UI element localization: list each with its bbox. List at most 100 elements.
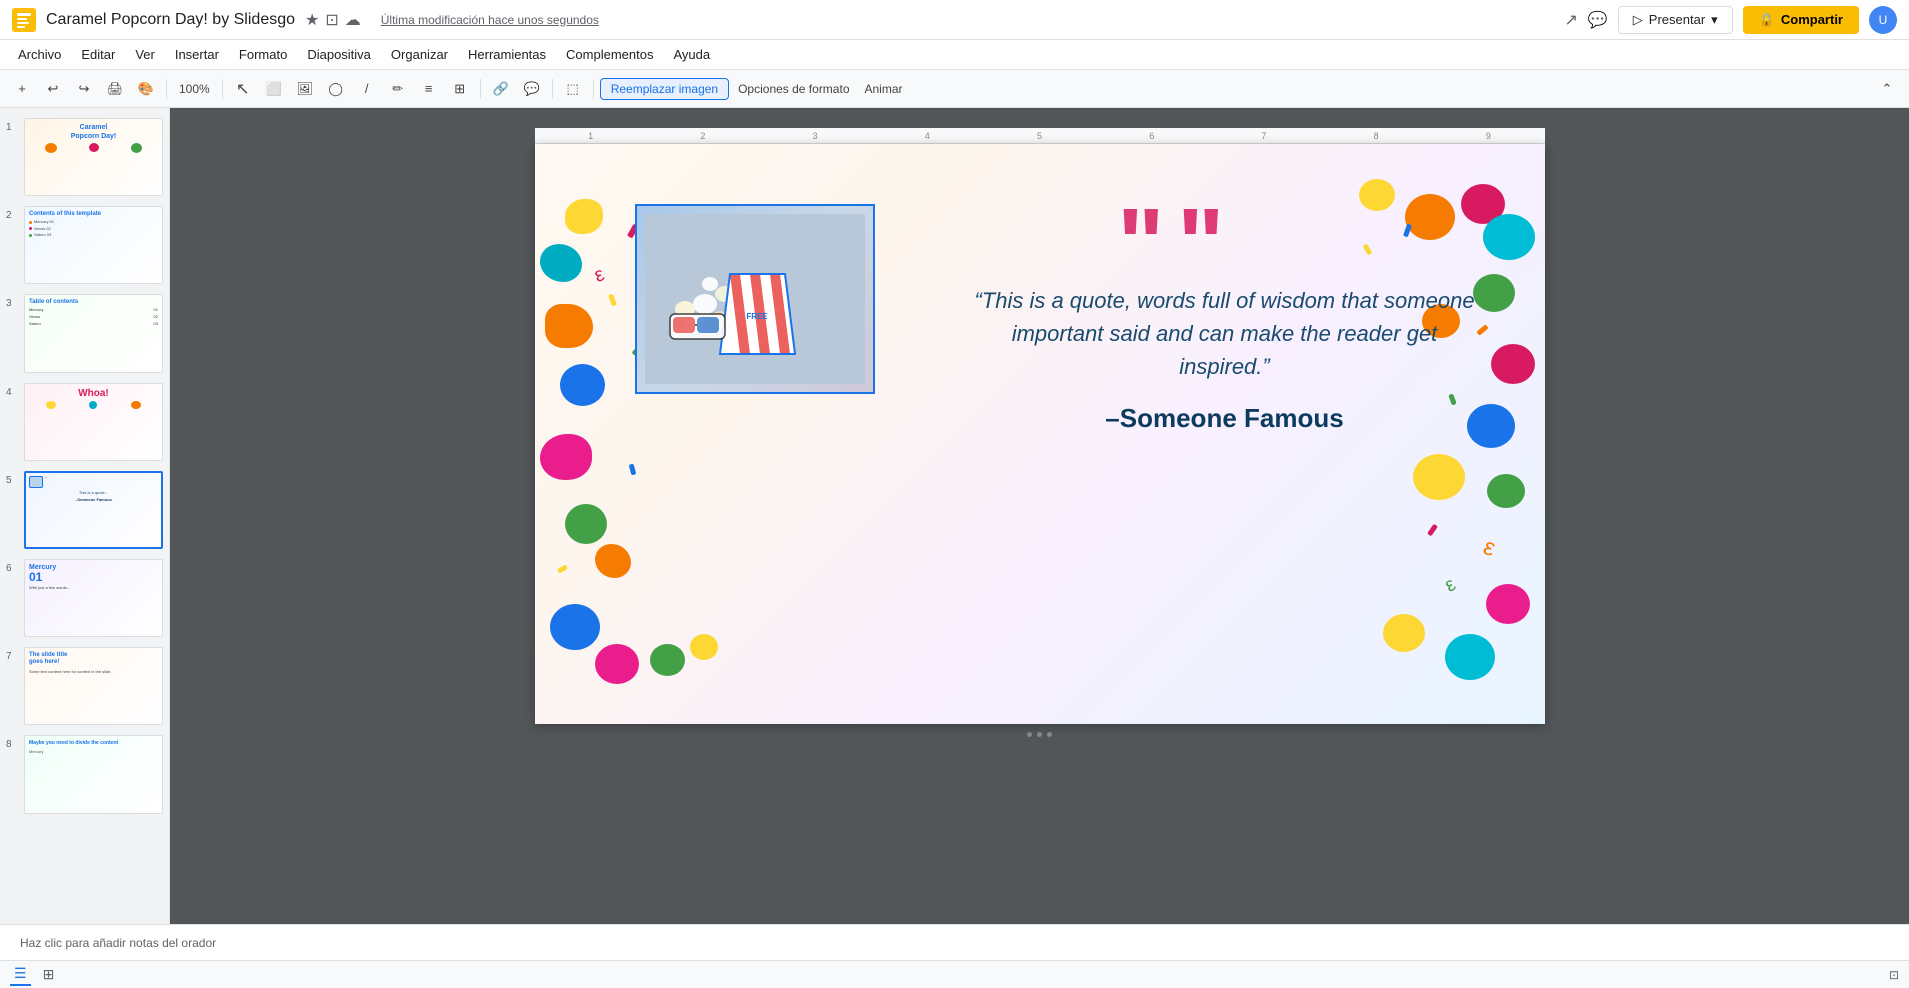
collapse-toolbar-button[interactable]: ⌃: [1873, 75, 1901, 103]
blob-crimson-right-2: [1491, 344, 1535, 384]
squiggle-green-right: ε: [1440, 573, 1459, 597]
blob-green-2: [650, 644, 685, 676]
align-button[interactable]: ≡: [415, 75, 443, 103]
table-button[interactable]: ⊞: [446, 75, 474, 103]
replace-image-button[interactable]: Reemplazar imagen: [600, 78, 729, 100]
menu-ver[interactable]: Ver: [127, 44, 163, 65]
menu-organizar[interactable]: Organizar: [383, 44, 456, 65]
add-button[interactable]: +: [8, 75, 36, 103]
slide-thumb-2[interactable]: 2 Contents of this template Mercury 01 V…: [4, 204, 165, 286]
avatar[interactable]: U: [1869, 6, 1897, 34]
slide-thumb-6[interactable]: 6 Mercury 01 With just a few words...: [4, 557, 165, 639]
dot1: [1027, 732, 1032, 737]
star-icon[interactable]: ★: [305, 10, 319, 30]
dot2: [1037, 732, 1042, 737]
slide-canvas: ε: [535, 144, 1545, 724]
menu-complementos[interactable]: Complementos: [558, 44, 661, 65]
paint-format-button[interactable]: 🎨: [132, 75, 160, 103]
format-options-button[interactable]: Opciones de formato: [732, 75, 855, 103]
blob-yellow-1: [565, 199, 603, 234]
menu-diapositiva[interactable]: Diapositiva: [299, 44, 379, 65]
grid-view-button[interactable]: ⊞: [39, 964, 59, 985]
separator5: [593, 79, 594, 99]
slide-thumbnail-4[interactable]: Whoa!: [24, 383, 163, 461]
pen-button[interactable]: ✏: [384, 75, 412, 103]
slide-thumbnail-2[interactable]: Contents of this template Mercury 01 Ven…: [24, 206, 163, 284]
comment-icon[interactable]: 💬: [1588, 10, 1608, 30]
versions-icon[interactable]: ⊡: [325, 10, 338, 30]
image-placeholder: FREE: [637, 206, 873, 392]
doc-title: Caramel Popcorn Day! by Slidesgo: [46, 11, 295, 29]
blob-orange-2: [595, 544, 631, 578]
separator4: [552, 79, 553, 99]
confetti-r5: [1427, 524, 1438, 537]
zoom-fit-button[interactable]: ⊡: [1889, 968, 1899, 982]
blob-blue-3: [550, 604, 600, 650]
blob-orange-1: [545, 304, 593, 348]
line-button[interactable]: /: [353, 75, 381, 103]
blob-yellow-right-2: [1413, 454, 1465, 500]
present-button[interactable]: ▷ Presentar ▾: [1618, 6, 1733, 34]
list-view-button[interactable]: ☰: [10, 963, 31, 986]
squiggle-red: ε: [591, 263, 607, 288]
slide-thumb-8[interactable]: 8 Maybe you need to divide the content M…: [4, 733, 165, 815]
autosave-text: Última modificación hace unos segundos: [381, 13, 599, 27]
blob-blue-2: [560, 364, 605, 406]
cursor-button[interactable]: ↖: [229, 75, 257, 103]
textbox-button[interactable]: ⬜: [260, 75, 288, 103]
blob-blue-1: [540, 244, 582, 282]
menu-ayuda[interactable]: Ayuda: [665, 44, 718, 65]
notes-placeholder: Haz clic para añadir notas del orador: [20, 936, 216, 950]
confetti-2: [608, 294, 617, 307]
shapes-button[interactable]: ◯: [322, 75, 350, 103]
slide-thumb-5[interactable]: 5 " This is a quote... –Someone Famous: [4, 469, 165, 551]
notes-bar[interactable]: Haz clic para añadir notas del orador: [0, 924, 1909, 960]
menu-editar[interactable]: Editar: [73, 44, 123, 65]
quote-container: “This is a quote, words full of wisdom t…: [965, 194, 1485, 434]
top-bar: Caramel Popcorn Day! by Slidesgo ★ ⊡ ☁ Ú…: [0, 0, 1909, 40]
blob-teal-right-2: [1445, 634, 1495, 680]
svg-text:FREE: FREE: [746, 312, 768, 321]
menu-herramientas[interactable]: Herramientas: [460, 44, 554, 65]
slide-thumb-7[interactable]: 7 The slide titlegoes here! Some text co…: [4, 645, 165, 727]
separator: [166, 79, 167, 99]
blob-yellow-right-3: [1383, 614, 1425, 652]
link-button[interactable]: 🔗: [487, 75, 515, 103]
doc-icons: ★ ⊡ ☁: [305, 10, 361, 30]
image-button[interactable]: 🖼: [291, 75, 319, 103]
share-button[interactable]: 🔒 Compartir: [1743, 6, 1859, 34]
ruler-horizontal: 123456789: [535, 128, 1545, 144]
animate-button[interactable]: Animar: [859, 75, 909, 103]
blob-yellow-2: [690, 634, 718, 660]
print-button[interactable]: 🖨: [101, 75, 129, 103]
redo-button[interactable]: ↪: [70, 75, 98, 103]
zoom-button[interactable]: 100%: [173, 75, 216, 103]
main-layout: 1 CaramelPopcorn Day! 2: [0, 108, 1909, 924]
slide-thumb-4[interactable]: 4 Whoa!: [4, 381, 165, 463]
comment-btn[interactable]: 💬: [518, 75, 546, 103]
menu-insertar[interactable]: Insertar: [167, 44, 227, 65]
scroll-indicator: [1027, 732, 1052, 737]
slide-thumb-3[interactable]: 3 Table of contents Mercury01 Venus02 Sa…: [4, 292, 165, 374]
slide-thumbnail-5[interactable]: " This is a quote... –Someone Famous: [24, 471, 163, 549]
blob-teal-right-1: [1483, 214, 1535, 260]
undo-button[interactable]: ↩: [39, 75, 67, 103]
trending-icon: ↗: [1564, 10, 1577, 30]
separator2: [222, 79, 223, 99]
slide-thumbnail-8[interactable]: Maybe you need to divide the content Mer…: [24, 735, 163, 813]
slide-thumbnail-3[interactable]: Table of contents Mercury01 Venus02 Satu…: [24, 294, 163, 372]
blob-pink-1: [540, 434, 592, 480]
slide-thumbnail-7[interactable]: The slide titlegoes here! Some text cont…: [24, 647, 163, 725]
slide-thumb-1[interactable]: 1 CaramelPopcorn Day!: [4, 116, 165, 198]
menu-formato[interactable]: Formato: [231, 44, 295, 65]
slide-thumbnail-1[interactable]: CaramelPopcorn Day!: [24, 118, 163, 196]
squiggle-orange-right: ε: [1479, 533, 1499, 563]
menu-archivo[interactable]: Archivo: [10, 44, 69, 65]
cloud-icon[interactable]: ☁: [345, 10, 361, 30]
blob-pink-2: [595, 644, 639, 684]
image-box[interactable]: FREE: [635, 204, 875, 394]
background-button[interactable]: ⬚: [559, 75, 587, 103]
menu-bar: Archivo Editar Ver Insertar Formato Diap…: [0, 40, 1909, 70]
slide-thumbnail-6[interactable]: Mercury 01 With just a few words...: [24, 559, 163, 637]
blob-green-right-2: [1487, 474, 1525, 508]
